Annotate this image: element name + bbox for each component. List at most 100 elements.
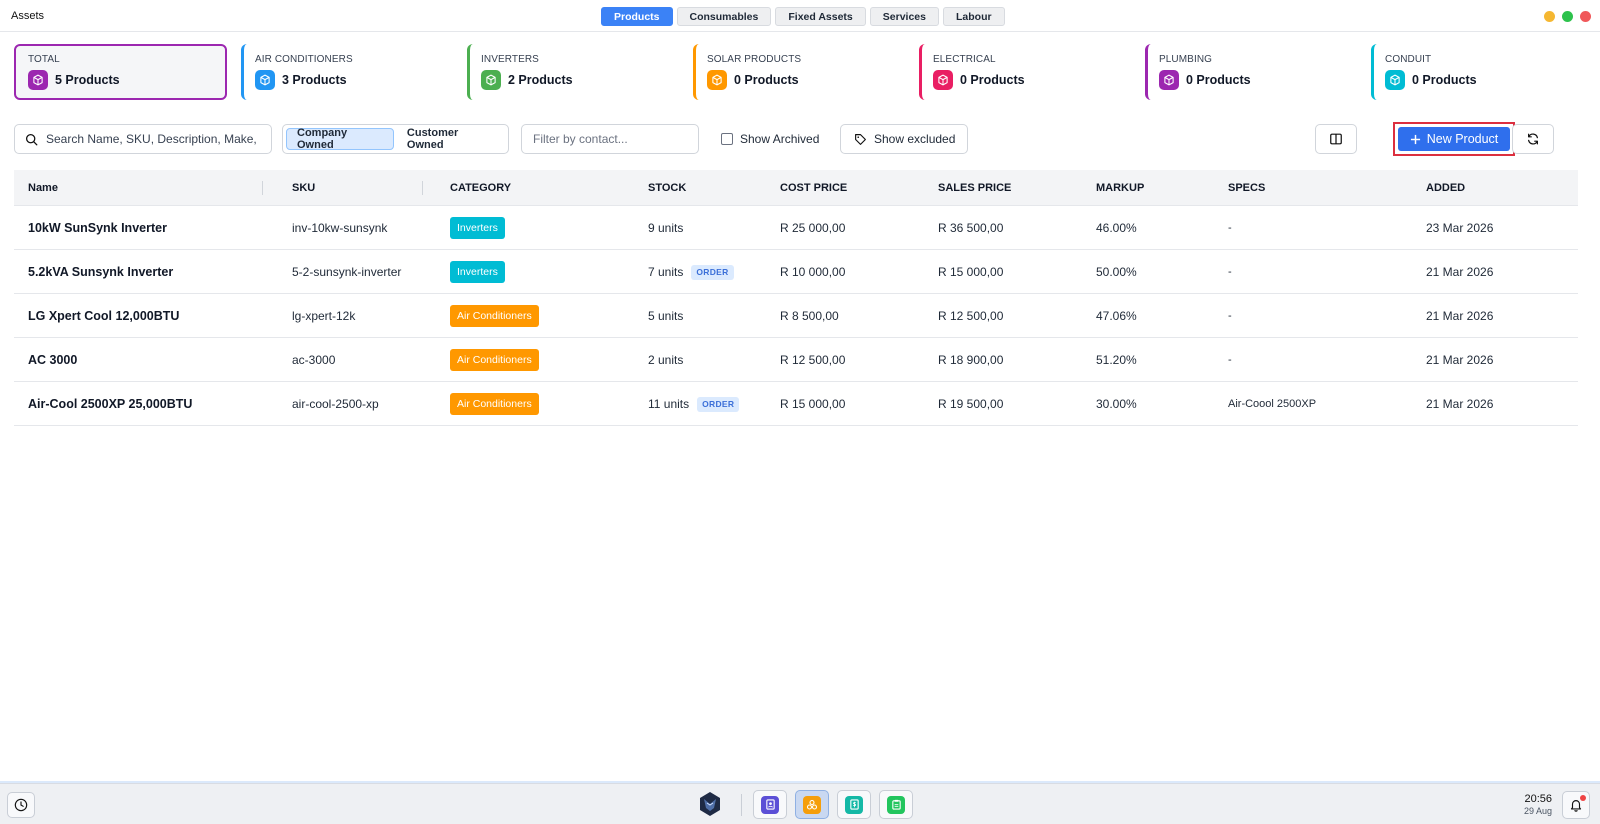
invoice-app-button[interactable] — [837, 790, 871, 819]
summary-card-value: 3 Products — [282, 73, 347, 87]
column-header-category[interactable]: CATEGORY — [450, 182, 511, 194]
box-icon — [255, 70, 275, 90]
assets-app-button[interactable] — [795, 790, 829, 819]
cell-sku: ac-3000 — [292, 353, 336, 367]
refresh-button[interactable] — [1512, 124, 1554, 154]
search-input[interactable] — [46, 132, 256, 146]
notification-dot — [1580, 795, 1586, 801]
tab-consumables[interactable]: Consumables — [676, 7, 772, 26]
columns-icon — [1330, 133, 1342, 145]
cell-cost: R 15 000,00 — [780, 397, 846, 411]
box-icon — [1159, 70, 1179, 90]
cell-category: Inverters — [450, 250, 505, 294]
column-header-name[interactable]: Name — [28, 182, 58, 194]
company-owned-button[interactable]: Company Owned — [286, 127, 394, 151]
summary-card-total[interactable]: TOTAL 5 Products — [14, 44, 227, 100]
summary-card-label: TOTAL — [28, 54, 60, 65]
cell-sku: air-cool-2500-xp — [292, 397, 379, 411]
stock-value: 9 units — [648, 221, 684, 235]
tab-labour[interactable]: Labour — [942, 7, 1005, 26]
stock-value: 2 units — [648, 353, 684, 367]
summary-card-value: 2 Products — [508, 73, 573, 87]
new-product-highlight: New Product — [1393, 122, 1515, 156]
clipboard-app-button[interactable] — [879, 790, 913, 819]
order-badge[interactable]: ORDER — [697, 396, 740, 412]
column-resize-handle[interactable] — [262, 181, 263, 195]
column-layout-button[interactable] — [1315, 124, 1357, 154]
dock-separator — [741, 794, 742, 816]
tab-products[interactable]: Products — [601, 7, 673, 26]
cell-sku: lg-xpert-12k — [292, 309, 356, 323]
table-row[interactable]: LG Xpert Cool 12,000BTU lg-xpert-12k Air C… — [14, 294, 1578, 338]
ownership-toggle: Company Owned Customer Owned — [282, 124, 509, 154]
cell-name: 5.2kVA Sunsynk Inverter — [28, 265, 174, 279]
contacts-app-button[interactable] — [753, 790, 787, 819]
summary-card-air-conditioners[interactable]: AIR CONDITIONERS 3 Products — [241, 44, 455, 100]
app-title: Assets — [11, 10, 45, 22]
summary-card-electrical[interactable]: ELECTRICAL 0 Products — [919, 44, 1133, 100]
system-clock: 20:56 29 Aug — [1500, 793, 1552, 816]
cell-markup: 47.06% — [1096, 309, 1137, 323]
table-row[interactable]: AC 3000 ac-3000 Air Conditioners 2 units R 1… — [14, 338, 1578, 382]
column-header-sales-price[interactable]: SALES PRICE — [938, 182, 1011, 194]
summary-card-row: 5 Products — [28, 70, 225, 90]
brand-logo-icon[interactable] — [696, 790, 724, 818]
taskbar: 20:56 29 Aug — [0, 783, 1600, 824]
cell-specs: - — [1228, 310, 1232, 322]
summary-card-value: 0 Products — [960, 73, 1025, 87]
cell-sales: R 15 000,00 — [938, 265, 1004, 279]
tab-services[interactable]: Services — [869, 7, 939, 26]
search-box[interactable] — [14, 124, 272, 154]
summary-card-label: PLUMBING — [1159, 54, 1213, 65]
cell-name: 10kW SunSynk Inverter — [28, 221, 167, 235]
summary-card-conduit[interactable]: CONDUIT 0 Products — [1371, 44, 1585, 100]
column-header-cost-price[interactable]: COST PRICE — [780, 182, 847, 194]
app-dock — [753, 790, 913, 819]
new-product-button[interactable]: New Product — [1398, 127, 1510, 151]
summary-card-plumbing[interactable]: PLUMBING 0 Products — [1145, 44, 1359, 100]
minimize-window-button[interactable] — [1544, 11, 1555, 22]
title-bar: Assets Products Consumables Fixed Assets Se… — [0, 0, 1600, 32]
summary-card-label: ELECTRICAL — [933, 54, 996, 65]
table-row[interactable]: Air-Cool 2500XP 25,000BTU air-cool-2500-x… — [14, 382, 1578, 426]
cell-category: Air Conditioners — [450, 294, 539, 338]
customer-owned-button[interactable]: Customer Owned — [396, 127, 505, 151]
column-resize-handle[interactable] — [422, 181, 423, 195]
summary-card-solar-products[interactable]: SOLAR PRODUCTS 0 Products — [693, 44, 907, 100]
notifications-button[interactable] — [1562, 791, 1590, 819]
window-controls — [1544, 11, 1591, 22]
contact-filter-input[interactable] — [521, 124, 699, 154]
show-excluded-button[interactable]: Show excluded — [840, 124, 968, 154]
cell-specs: - — [1228, 354, 1232, 366]
category-badge: Air Conditioners — [450, 305, 539, 327]
show-archived-checkbox[interactable] — [721, 133, 733, 145]
history-button[interactable] — [7, 792, 35, 818]
column-header-sku[interactable]: SKU — [292, 182, 315, 194]
module-tabs: Products Consumables Fixed Assets Services L… — [601, 7, 1005, 26]
contacts-app-icon — [761, 795, 779, 814]
table-row[interactable]: 5.2kVA Sunsynk Inverter 5-2-sunsynk-inver… — [14, 250, 1578, 294]
products-table: Name SKU CATEGORY STOCK COST PRICE SALES PRIC… — [14, 170, 1578, 426]
table-row[interactable]: 10kW SunSynk Inverter inv-10kw-sunsynk Inv… — [14, 206, 1578, 250]
order-badge[interactable]: ORDER — [691, 264, 734, 280]
show-archived-toggle[interactable]: Show Archived — [721, 124, 819, 154]
summary-card-row: 2 Products — [481, 70, 681, 90]
summary-card-inverters[interactable]: INVERTERS 2 Products — [467, 44, 681, 100]
invoice-app-icon — [845, 795, 863, 814]
table-header: Name SKU CATEGORY STOCK COST PRICE SALES PRIC… — [14, 170, 1578, 206]
close-window-button[interactable] — [1580, 11, 1591, 22]
cell-markup: 51.20% — [1096, 353, 1137, 367]
show-archived-label: Show Archived — [740, 132, 820, 146]
column-header-specs[interactable]: SPECS — [1228, 182, 1265, 194]
assets-app-icon — [803, 795, 821, 814]
column-header-stock[interactable]: STOCK — [648, 182, 686, 194]
cell-cost: R 10 000,00 — [780, 265, 846, 279]
clipboard-app-icon — [887, 795, 905, 814]
maximize-window-button[interactable] — [1562, 11, 1573, 22]
column-header-markup[interactable]: MARKUP — [1096, 182, 1144, 194]
column-header-added[interactable]: ADDED — [1426, 182, 1465, 194]
summary-card-value: 0 Products — [1412, 73, 1477, 87]
box-icon — [707, 70, 727, 90]
tab-fixed-assets[interactable]: Fixed Assets — [775, 7, 866, 26]
summary-card-label: AIR CONDITIONERS — [255, 54, 353, 65]
